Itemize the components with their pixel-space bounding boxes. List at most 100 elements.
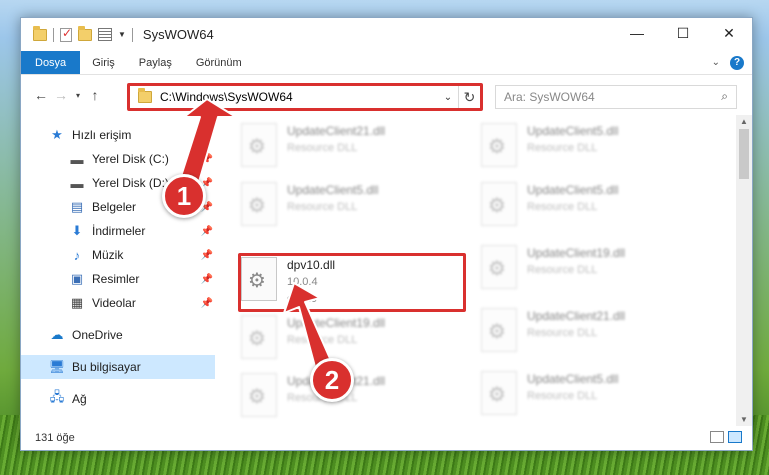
navigation-pane: ★ Hızlı erişim ▬ Yerel Disk (C:) 📌 ▬ Yer… [21,115,215,426]
status-bar: 131 öğe [21,426,752,450]
pin-icon[interactable]: 📌 [201,226,213,237]
forward-button[interactable]: → [51,87,71,103]
close-button[interactable]: ✕ [706,18,752,48]
file-description: Resource DLL [527,327,598,339]
vertical-scrollbar[interactable]: ▲ ▼ [736,115,752,426]
tab-home[interactable]: Giriş [80,51,127,74]
file-name: UpdateClient5.dll [287,183,379,197]
sidebar-item-pictures[interactable]: ▣ Resimler 📌 [21,267,215,291]
sidebar-item-label: Yerel Disk (D:) [92,176,169,190]
file-description: Resource DLL [287,201,358,213]
tab-share[interactable]: Paylaş [127,51,184,74]
search-input[interactable]: Ara: SysWOW64 ⌕ [495,85,737,109]
file-item[interactable]: UpdateClient19.dll Resource DLL [241,315,471,369]
maximize-button[interactable]: ☐ [660,18,706,48]
sidebar-item-videos[interactable]: ▦ Videolar 📌 [21,291,215,315]
file-item[interactable]: UpdateClient21.dll Resource DLL [481,308,711,362]
scroll-down-icon[interactable]: ▼ [736,415,752,424]
tab-file[interactable]: Dosya [21,51,81,74]
file-name: UpdateClient5.dll [527,372,619,386]
star-icon: ★ [51,127,63,142]
file-description: Resource DLL [287,334,358,346]
file-description: Resource DLL [287,142,358,154]
documents-icon: ▤ [70,199,84,214]
sidebar-item-label: Belgeler [92,200,137,214]
file-item[interactable]: UpdateClient5.dll Resource DLL [481,123,711,177]
sidebar-item-downloads[interactable]: ⬇ İndirmeler 📌 [21,219,215,243]
pin-icon[interactable]: 📌 [201,154,213,165]
minimize-button[interactable]: — [614,18,660,48]
file-explorer-window: ▼ SysWOW64 — ☐ ✕ Dosya Giriş Paylaş Görü… [20,17,753,451]
file-description: Resource DLL [527,201,598,213]
music-icon: ♪ [73,247,81,263]
step-1-badge: 1 [162,174,206,218]
sidebar-item-label: İndirmeler [92,224,146,238]
sidebar-item-network[interactable]: 🖧 Ağ [21,387,215,411]
sidebar-item-local-disk-c[interactable]: ▬ Yerel Disk (C:) 📌 [21,147,215,171]
sidebar-item-this-pc[interactable]: 🖥 Bu bilgisayar [21,355,215,379]
view-toggle [710,431,742,443]
search-placeholder: Ara: SysWOW64 [504,90,595,104]
scroll-up-icon[interactable]: ▲ [736,117,752,126]
properties-check-icon[interactable] [60,26,72,42]
file-item[interactable]: UpdateClient5.dll Resource DLL [481,182,711,236]
pin-icon[interactable]: 📌 [201,274,213,285]
drive-icon: ▬ [70,175,84,191]
ribbon-right: ⌄ ? [712,51,752,74]
drive-icon: ▬ [70,151,84,167]
sidebar-item-onedrive[interactable]: ☁ OneDrive [21,323,215,347]
sidebar-item-label: Müzik [92,248,124,262]
file-name: UpdateClient21.dll [527,309,626,323]
address-row: ← → ▾ ↑ C:\Windows\SysWOW64 ⌄ ↻ Ara: Sys… [21,75,752,115]
file-description: Resource DLL [527,264,598,276]
expand-ribbon-chevron-icon[interactable]: ⌄ [712,57,720,68]
file-description: Resource DLL [527,142,598,154]
up-button[interactable]: ↑ [85,87,105,103]
file-name: UpdateClient5.dll [527,124,619,138]
file-name: UpdateClient19.dll [287,316,386,330]
new-folder-icon[interactable] [78,25,92,41]
file-item[interactable]: UpdateClient5.dll Resource DLL [241,182,471,236]
customize-toolbar-chevron-icon[interactable]: ▼ [118,30,126,39]
downloads-icon: ⬇ [71,223,83,238]
file-item[interactable]: UpdateClient5.dll Resource DLL [481,371,711,425]
file-item[interactable]: UpdateClient19.dll Resource DLL [481,245,711,299]
toolbar-divider [131,27,133,42]
scrollbar-thumb[interactable] [739,129,749,179]
file-list: UpdateClient21.dll Resource DLL UpdateCli… [215,115,752,426]
pin-icon[interactable]: 📌 [201,298,213,309]
title-bar: ▼ SysWOW64 — ☐ ✕ [21,18,752,51]
sidebar-item-music[interactable]: ♪ Müzik 📌 [21,243,215,267]
dll-file-icon [241,182,277,226]
ribbon-tabs: Dosya Giriş Paylaş Görünüm ⌄ ? [21,51,752,75]
dll-file-icon [481,371,517,415]
address-highlight-box [127,83,483,111]
sidebar-item-quick-access[interactable]: ★ Hızlı erişim [21,123,215,147]
sidebar-item-label: Hızlı erişim [72,128,132,142]
file-item[interactable]: UpdateClient21.dllResource DLL [241,373,471,427]
network-icon: 🖧 [49,389,65,404]
explorer-body: ★ Hızlı erişim ▬ Yerel Disk (C:) 📌 ▬ Yer… [21,115,752,426]
item-count: 131 öğe [35,432,75,444]
search-icon[interactable]: ⌕ [721,89,728,104]
sidebar-item-label: Videolar [92,296,136,310]
pin-icon[interactable]: 📌 [201,250,213,261]
sidebar-item-label: OneDrive [72,328,123,342]
sidebar-item-label: Bu bilgisayar [72,360,141,374]
sidebar-item-label: Resimler [92,272,140,286]
properties-icon[interactable] [98,28,112,41]
back-button[interactable]: ← [31,87,51,103]
recent-locations-button[interactable]: ▾ [71,91,85,100]
quick-access-toolbar: ▼ [33,25,133,42]
large-icons-view-icon[interactable] [728,431,742,443]
tab-view[interactable]: Görünüm [184,51,254,74]
dll-file-icon [241,315,277,359]
file-name: UpdateClient21.dll [287,124,386,138]
computer-icon: 🖥 [48,359,66,374]
details-view-icon[interactable] [710,431,724,443]
pictures-icon: ▣ [70,271,84,286]
file-item[interactable]: UpdateClient21.dll Resource DLL [241,123,471,177]
sidebar-item-label: Yerel Disk (C:) [92,152,169,166]
help-icon[interactable]: ? [730,55,744,70]
dll-file-icon [481,182,517,226]
